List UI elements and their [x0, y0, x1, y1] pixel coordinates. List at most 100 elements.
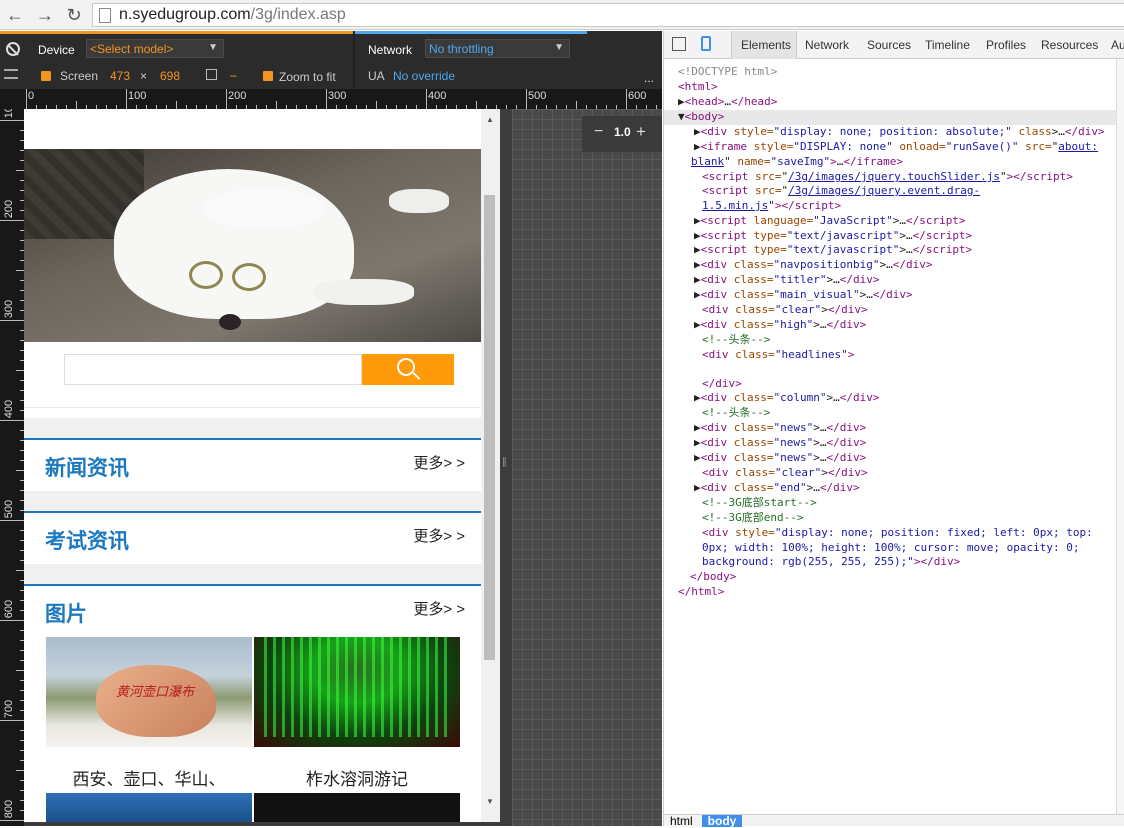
chevron-down-icon: ▼	[554, 42, 564, 53]
tab-network[interactable]: Network	[805, 38, 849, 52]
more-link[interactable]: 更多> >	[413, 525, 465, 546]
dom-node-line[interactable]: <html>	[678, 80, 718, 95]
dom-node-line[interactable]: </html>	[678, 585, 724, 600]
disable-emulation-icon[interactable]	[6, 42, 20, 56]
zoom-to-fit-checkbox[interactable]	[263, 71, 273, 81]
dom-node-line[interactable]: ▶<div class="titler">…</div>	[694, 273, 879, 288]
dom-tree[interactable]: <!DOCTYPE html> <html> ▶<head>…</head> ▼<bo…	[664, 59, 1116, 811]
breadcrumb: html body	[664, 814, 1124, 827]
dom-node-line[interactable]: ▶<script type="text/javascript">…</scrip…	[694, 229, 972, 244]
section-title: 新闻资讯	[45, 457, 129, 480]
dom-node-line[interactable]: ▶<div class="column">…</div>	[694, 391, 879, 406]
dom-node-line[interactable]: <div class="clear"></div>	[702, 303, 868, 318]
dom-node-line[interactable]: ▼<body>	[664, 110, 1116, 125]
dom-node-line[interactable]: 0px; width: 100%; height: 100%; cursor: …	[702, 541, 1080, 556]
height-resize-handle[interactable]	[24, 822, 512, 826]
more-link[interactable]: 更多> >	[413, 598, 465, 619]
ruler-label: 500	[3, 499, 15, 519]
viewport-scrollbar[interactable]: ▲ ▼	[481, 109, 500, 822]
dom-node-line[interactable]: ▶<div class="news">…</div>	[694, 421, 866, 436]
back-arrow-icon[interactable]: ←	[4, 4, 26, 26]
chevron-down-icon: ▼	[208, 42, 218, 53]
devtools-tab-bar: Elements Network Sources Timeline Profil…	[664, 31, 1124, 59]
dom-node-line[interactable]: 1.5.min.js"></script>	[702, 199, 841, 214]
screen-checkbox[interactable]	[41, 71, 51, 81]
dom-node-line[interactable]: ▶<iframe style="DISPLAY: none" onload="r…	[694, 140, 1098, 155]
scroll-up-icon[interactable]: ▲	[486, 115, 494, 124]
dom-node-line[interactable]: <!--头条-->	[702, 333, 770, 348]
tab-resources[interactable]: Resources	[1041, 38, 1098, 52]
picture-caption[interactable]: 西安、壶口、华山、	[46, 765, 252, 790]
address-bar[interactable]: n.syedugroup.com/3g/index.asp	[92, 3, 1124, 27]
tab-profiles[interactable]: Profiles	[986, 38, 1026, 52]
device-mode-icon[interactable]	[701, 36, 711, 51]
swap-dash: –	[230, 68, 237, 82]
scroll-down-icon[interactable]: ▼	[486, 797, 494, 806]
dom-node-line[interactable]: </div>	[702, 377, 742, 392]
picture-caption[interactable]: 柞水溶洞游记	[254, 765, 460, 790]
dom-node-line[interactable]: <div class="clear"></div>	[702, 466, 868, 481]
section-title: 考试资讯	[45, 530, 129, 553]
tab-elements[interactable]: Elements	[741, 38, 791, 52]
url-domain: n.syedugroup.com	[119, 6, 251, 23]
dom-node-line[interactable]: <!--3G底部start-->	[702, 496, 817, 511]
dom-node-line[interactable]: ▶<script language="JavaScript">…</script…	[694, 214, 966, 229]
zoom-out-button[interactable]: −	[594, 123, 603, 141]
scrollbar-thumb[interactable]	[484, 195, 495, 660]
dom-node-line[interactable]: <div style="display: none; position: fix…	[702, 526, 1093, 541]
media-query-icon[interactable]	[4, 69, 18, 79]
dom-node-line[interactable]: ▶<script type="text/javascript">…</scrip…	[694, 243, 972, 258]
tab-sources[interactable]: Sources	[867, 38, 911, 52]
times-sign: ×	[140, 69, 148, 83]
dom-node-line[interactable]: <script src="/3g/images/jquery.event.dra…	[702, 184, 980, 199]
dom-node-line[interactable]: ▶<div class="main_visual">…</div>	[694, 288, 913, 303]
picture-thumbnail-cave[interactable]	[254, 637, 460, 747]
network-label: Network	[368, 43, 413, 57]
inspect-element-icon[interactable]	[672, 37, 686, 51]
dom-node-line[interactable]: ▶<head>…</head>	[678, 95, 777, 110]
screen-width-input[interactable]: 473	[110, 69, 130, 83]
device-select[interactable]: <Select model> ▼	[86, 39, 224, 58]
ua-label: UA	[368, 69, 385, 83]
breadcrumb-body[interactable]: body	[702, 815, 742, 827]
dom-node-line[interactable]: ▶<div class="news">…</div>	[694, 436, 866, 451]
device-select-value: <Select model>	[90, 42, 174, 56]
network-select[interactable]: No throttling ▼	[425, 39, 570, 58]
swap-dimensions-icon[interactable]	[206, 69, 217, 80]
ruler-label: 500	[528, 90, 547, 102]
tab-timeline[interactable]: Timeline	[925, 38, 970, 52]
dom-node-line[interactable]: ▶<div class="navpositionbig">…</div>	[694, 258, 932, 273]
breadcrumb-html[interactable]: html	[670, 815, 693, 827]
ruler-label: 700	[3, 699, 15, 719]
dom-node-line[interactable]: ▶<div class="end">…</div>	[694, 481, 860, 496]
dom-node-line[interactable]: <script src="/3g/images/jquery.touchSlid…	[702, 170, 1073, 185]
picture-thumbnail[interactable]	[46, 793, 252, 822]
ua-value[interactable]: No override	[393, 69, 455, 83]
tab-audits[interactable]: Au	[1111, 38, 1124, 52]
network-select-value: No throttling	[429, 42, 494, 56]
reload-icon[interactable]: ↻	[63, 4, 85, 26]
device-section-highlight	[0, 31, 353, 34]
picture-thumbnail-hukou[interactable]: 黄河壶口瀑布	[46, 637, 252, 747]
dom-node-line[interactable]: <!DOCTYPE html>	[678, 65, 777, 80]
picture-thumbnail[interactable]	[254, 793, 460, 822]
zoom-in-button[interactable]: +	[636, 122, 646, 142]
screen-height-input[interactable]: 698	[160, 69, 180, 83]
dom-node-line[interactable]: blank" name="saveImg">…</iframe>	[691, 155, 903, 170]
dom-node-line[interactable]: </body>	[690, 570, 736, 585]
forward-arrow-icon[interactable]: →	[34, 4, 56, 26]
section-title: 图片	[45, 603, 87, 626]
dom-node-line[interactable]: <!--头条-->	[702, 406, 770, 421]
dom-node-line[interactable]: ▶<div class="news">…</div>	[694, 451, 866, 466]
width-resize-handle[interactable]: ∥	[500, 109, 512, 826]
dom-node-line[interactable]: ▶<div class="high">…</div>	[694, 318, 866, 333]
dom-node-line[interactable]: background: rgb(255, 255, 255);"></div>	[702, 555, 960, 570]
search-input[interactable]	[64, 354, 362, 385]
url-text: n.syedugroup.com/3g/index.asp	[119, 6, 346, 24]
dom-node-line[interactable]: <div class="headlines">	[702, 348, 854, 363]
dom-node-line[interactable]: ▶<div style="display: none; position: ab…	[694, 125, 1105, 140]
more-options-icon[interactable]: ...	[644, 71, 654, 85]
search-button[interactable]	[362, 354, 454, 385]
dom-node-line[interactable]: <!--3G底部end-->	[702, 511, 803, 526]
more-link[interactable]: 更多> >	[413, 452, 465, 473]
